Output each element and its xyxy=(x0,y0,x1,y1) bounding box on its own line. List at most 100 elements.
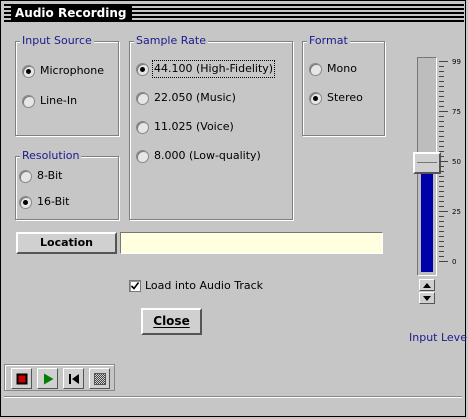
scale-tick xyxy=(439,121,444,122)
scale-tick xyxy=(439,126,444,127)
scale-label-0: 0 xyxy=(452,258,457,266)
close-button-label: Close xyxy=(153,314,190,328)
scale-tick xyxy=(439,86,444,87)
scale-tick xyxy=(439,176,444,177)
scale-tick xyxy=(439,201,444,202)
radio-button-icon xyxy=(136,120,149,134)
play-button[interactable] xyxy=(37,368,58,389)
scale-tick xyxy=(439,116,444,117)
scale-label-50: 50 xyxy=(452,158,461,166)
resolution-group: Resolution 8-Bit 16-Bit xyxy=(15,149,119,220)
radio-button-icon xyxy=(22,64,35,78)
location-button[interactable]: Location xyxy=(16,232,117,254)
scale-tick xyxy=(439,141,444,142)
load-into-track-checkbox[interactable]: Load into Audio Track xyxy=(129,279,263,293)
input-level-thumb[interactable] xyxy=(413,152,441,174)
radio-microphone[interactable]: Microphone xyxy=(22,64,104,78)
location-field[interactable] xyxy=(120,232,383,254)
radio-mono[interactable]: Mono xyxy=(309,62,357,76)
radio-11025[interactable]: 11.025 (Voice) xyxy=(136,120,234,134)
radio-button-icon xyxy=(136,62,149,76)
rewind-to-start-button[interactable] xyxy=(63,368,84,389)
scale-tick xyxy=(439,76,444,77)
close-button[interactable]: Close xyxy=(141,308,202,335)
scale-label-25: 25 xyxy=(452,208,461,216)
radio-22050-label: 22.050 (Music) xyxy=(154,91,236,104)
radio-22050[interactable]: 22.050 (Music) xyxy=(136,91,236,105)
rewind-to-start-icon xyxy=(68,373,79,384)
load-into-track-label: Load into Audio Track xyxy=(145,279,263,292)
radio-8-bit[interactable]: 8-Bit xyxy=(19,169,63,183)
radio-button-icon xyxy=(309,62,322,76)
record-icon xyxy=(16,373,27,384)
stop-icon xyxy=(93,372,106,385)
arrow-up-icon xyxy=(423,282,431,288)
scale-tick xyxy=(439,96,444,97)
play-icon xyxy=(43,373,53,384)
radio-stereo[interactable]: Stereo xyxy=(309,91,363,105)
input-level-fill xyxy=(421,166,433,272)
sample-rate-group: Sample Rate 44.100 (High-Fidelity) 22.05… xyxy=(129,34,293,220)
radio-button-icon xyxy=(309,91,322,105)
scale-tick xyxy=(439,241,444,242)
scale-tick xyxy=(439,151,444,152)
radio-button-icon xyxy=(136,149,149,163)
scale-tick xyxy=(439,146,444,147)
transport-controls xyxy=(4,364,115,391)
level-down-button[interactable] xyxy=(419,292,435,304)
scale-tick xyxy=(439,156,444,157)
radio-mono-label: Mono xyxy=(327,62,357,75)
radio-line-in-label: Line-In xyxy=(40,94,78,107)
radio-8-bit-label: 8-Bit xyxy=(37,169,63,182)
title-bar[interactable]: Audio Recording xyxy=(4,4,464,22)
checkbox-box-icon xyxy=(129,280,141,292)
radio-44100-label: 44.100 (High-Fidelity) xyxy=(151,60,276,78)
arrow-down-icon xyxy=(423,295,431,301)
format-group: Format Mono Stereo xyxy=(302,34,385,136)
radio-button-icon xyxy=(136,91,149,105)
radio-44100[interactable]: 44.100 (High-Fidelity) xyxy=(136,60,276,78)
radio-microphone-label: Microphone xyxy=(40,64,105,77)
scale-tick xyxy=(439,231,444,232)
scale-tick xyxy=(439,236,444,237)
radio-stereo-label: Stereo xyxy=(327,91,363,104)
scale-tick xyxy=(439,91,444,92)
audio-recording-window: Audio Recording Input Source Microphone … xyxy=(0,0,468,417)
scale-tick xyxy=(439,221,444,222)
scale-tick xyxy=(439,81,444,82)
radio-line-in[interactable]: Line-In xyxy=(22,94,77,108)
scale-tick xyxy=(439,211,448,212)
radio-16-bit-label: 16-Bit xyxy=(37,195,70,208)
sample-rate-legend: Sample Rate xyxy=(134,34,208,48)
format-legend: Format xyxy=(307,34,350,48)
scale-tick xyxy=(439,196,444,197)
input-source-group: Input Source Microphone Line-In xyxy=(15,34,119,136)
radio-8000[interactable]: 8.000 (Low-quality) xyxy=(136,149,261,163)
location-button-label: Location xyxy=(40,236,93,249)
radio-8000-label: 8.000 (Low-quality) xyxy=(154,149,261,162)
input-level-scale xyxy=(439,61,451,265)
status-divider xyxy=(4,396,462,398)
radio-button-icon xyxy=(19,195,32,209)
scale-label-75: 75 xyxy=(452,108,461,116)
scale-tick xyxy=(439,166,444,167)
radio-16-bit[interactable]: 16-Bit xyxy=(19,195,70,209)
radio-button-icon xyxy=(19,169,32,183)
scale-tick xyxy=(439,161,448,162)
stop-button[interactable] xyxy=(89,368,110,389)
scale-tick xyxy=(439,186,444,187)
input-source-legend: Input Source xyxy=(20,34,94,48)
scale-tick xyxy=(439,181,444,182)
resolution-legend: Resolution xyxy=(20,149,82,163)
level-up-button[interactable] xyxy=(419,279,435,291)
scale-tick xyxy=(439,261,448,262)
scale-tick xyxy=(439,246,444,247)
checkmark-icon xyxy=(130,282,140,290)
scale-tick xyxy=(439,206,444,207)
scale-tick xyxy=(439,131,444,132)
record-button[interactable] xyxy=(11,368,32,389)
scale-tick xyxy=(439,226,444,227)
scale-tick xyxy=(439,71,444,72)
scale-tick xyxy=(439,101,444,102)
input-level-label: Input Level xyxy=(409,331,468,344)
